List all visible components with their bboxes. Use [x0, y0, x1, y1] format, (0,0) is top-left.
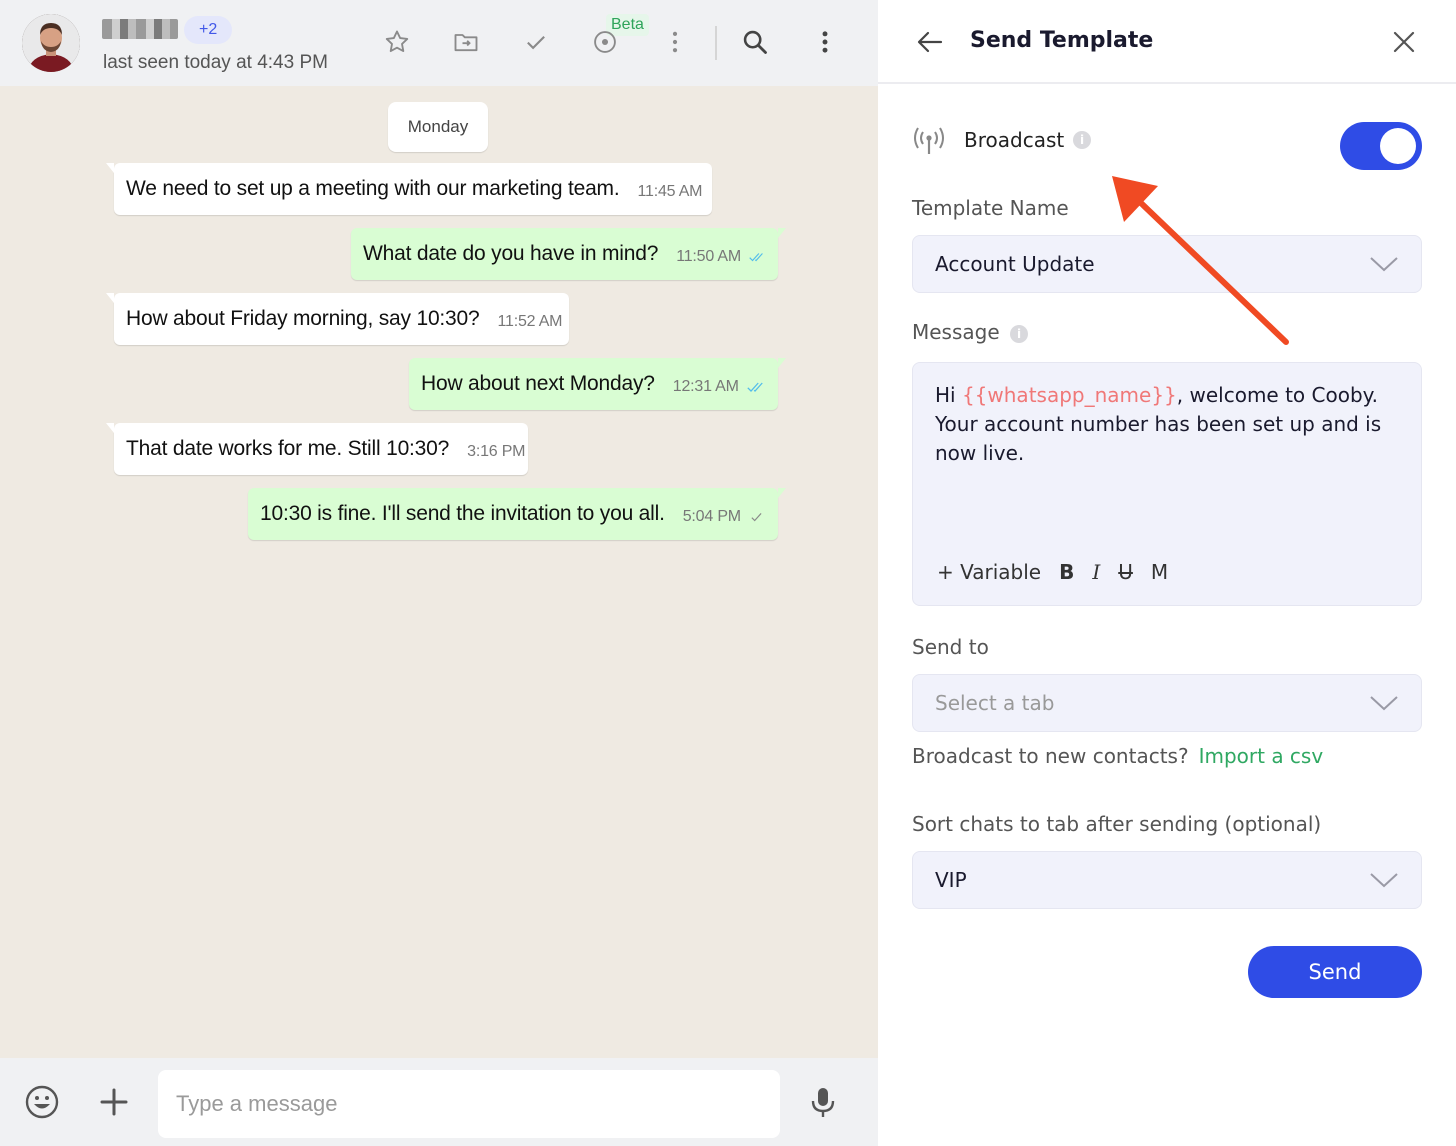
import-csv-link[interactable]: Import a csv	[1199, 744, 1324, 768]
back-arrow-icon[interactable]	[914, 26, 946, 58]
emoji-icon[interactable]	[24, 1084, 60, 1120]
message-bubble-incoming[interactable]: How about Friday morning, say 10:30? 11:…	[106, 293, 569, 345]
message-bubble-incoming[interactable]: That date works for me. Still 10:30? 3:1…	[106, 423, 528, 475]
panel-title: Send Template	[970, 28, 1154, 53]
add-variable-button[interactable]: + Variable	[937, 560, 1041, 584]
import-question: Broadcast to new contacts?	[912, 744, 1189, 768]
message-text: How about next Monday?	[421, 372, 655, 395]
message-bubble-outgoing[interactable]: What date do you have in mind? 11:50 AM	[351, 228, 786, 280]
message-text: What date do you have in mind?	[363, 242, 659, 265]
message-info-icon[interactable]: i	[1010, 325, 1028, 343]
attach-plus-icon[interactable]	[96, 1084, 132, 1120]
message-time: 11:52 AM	[497, 313, 563, 330]
contact-avatar[interactable]	[22, 14, 80, 72]
star-icon[interactable]	[381, 26, 413, 58]
sort-tab-value: VIP	[935, 868, 967, 892]
chat-menu-icon[interactable]	[809, 26, 841, 58]
message-bubble-outgoing[interactable]: 10:30 is fine. I'll send the invitation …	[248, 488, 786, 540]
close-icon[interactable]	[1390, 28, 1418, 56]
message-list: Monday We need to set up a meeting with …	[0, 86, 878, 1058]
message-body[interactable]: Hi {{whatsapp_name}}, welcome to Cooby. …	[935, 381, 1405, 468]
day-separator: Monday	[388, 102, 488, 152]
broadcast-icon	[914, 127, 944, 154]
template-variable[interactable]: {{whatsapp_name}}	[962, 383, 1177, 407]
message-text: We need to set up a meeting with our mar…	[126, 177, 620, 200]
sort-tab-select[interactable]: VIP	[912, 851, 1422, 909]
chat-header: +2 last seen today at 4:43 PM Beta	[0, 0, 878, 86]
message-bubble-outgoing[interactable]: How about next Monday? 12:31 AM	[409, 358, 786, 410]
send-to-placeholder: Select a tab	[935, 691, 1055, 715]
contact-name-redacted	[102, 19, 178, 39]
broadcast-toggle[interactable]	[1340, 122, 1422, 170]
send-template-panel: Send Template Broadcast i Template Name …	[878, 0, 1456, 1146]
double-check-icon	[747, 382, 763, 392]
participants-badge[interactable]: +2	[184, 16, 233, 44]
search-icon[interactable]	[739, 26, 771, 58]
sort-label: Sort chats to tab after sending (optiona…	[912, 812, 1322, 836]
target-icon[interactable]	[589, 26, 621, 58]
toggle-knob	[1380, 128, 1416, 164]
send-to-label: Send to	[912, 635, 989, 659]
chevron-down-icon	[1370, 257, 1398, 272]
double-check-icon	[749, 253, 763, 262]
bold-button[interactable]: B	[1059, 560, 1074, 584]
message-label: Message	[912, 320, 1000, 344]
broadcast-info-icon[interactable]: i	[1073, 131, 1091, 149]
message-time: 5:04 PM	[682, 508, 741, 525]
header-divider	[715, 26, 717, 60]
template-name-value: Account Update	[935, 252, 1095, 276]
single-check-icon	[751, 513, 762, 522]
message-time: 11:45 AM	[637, 183, 703, 200]
message-time: 11:50 AM	[676, 248, 742, 265]
message-time: 3:16 PM	[467, 443, 526, 460]
more-vertical-icon[interactable]	[659, 26, 691, 58]
message-text: How about Friday morning, say 10:30?	[126, 307, 480, 330]
chevron-down-icon	[1370, 696, 1398, 711]
template-name-select[interactable]: Account Update	[912, 235, 1422, 293]
send-button[interactable]: Send	[1248, 946, 1422, 998]
panel-header: Send Template	[878, 0, 1456, 84]
template-name-label: Template Name	[912, 196, 1069, 220]
strikethrough-button[interactable]: U	[1118, 560, 1133, 584]
send-to-select[interactable]: Select a tab	[912, 674, 1422, 732]
message-text: That date works for me. Still 10:30?	[126, 437, 450, 460]
message-editor[interactable]: Hi {{whatsapp_name}}, welcome to Cooby. …	[912, 362, 1422, 606]
message-text: 10:30 is fine. I'll send the invitation …	[260, 502, 665, 525]
message-bubble-incoming[interactable]: We need to set up a meeting with our mar…	[106, 163, 712, 215]
import-row: Broadcast to new contacts? Import a csv	[912, 744, 1323, 768]
chat-pane: +2 last seen today at 4:43 PM Beta Monda…	[0, 0, 878, 1146]
last-seen-status: last seen today at 4:43 PM	[103, 52, 328, 73]
move-to-folder-icon[interactable]	[450, 26, 482, 58]
message-input[interactable]	[158, 1070, 780, 1138]
message-time: 12:31 AM	[672, 378, 739, 395]
chevron-down-icon	[1370, 873, 1398, 888]
message-prefix: Hi	[935, 383, 962, 407]
microphone-icon[interactable]	[805, 1084, 841, 1120]
monospace-button[interactable]: M	[1151, 560, 1168, 584]
broadcast-label: Broadcast	[964, 128, 1065, 152]
format-toolbar: + Variable B I U M	[937, 557, 1186, 587]
italic-button[interactable]: I	[1092, 560, 1100, 584]
checkmark-icon[interactable]	[520, 26, 552, 58]
